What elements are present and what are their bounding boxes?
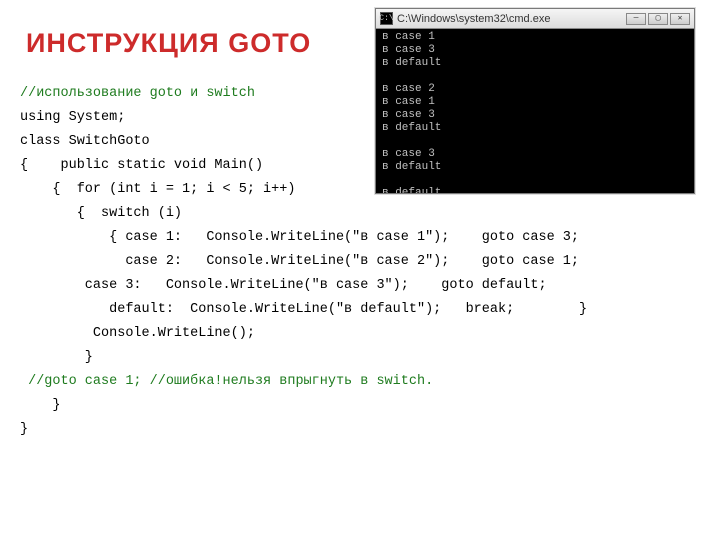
code-line: case 2: Console.WriteLine("в case 2"); g… <box>20 254 579 269</box>
code-line: } <box>20 422 28 437</box>
window-title: C:\Windows\system32\cmd.exe <box>397 13 626 25</box>
console-window: C:\ C:\Windows\system32\cmd.exe ─ ▢ ✕ в … <box>375 8 695 194</box>
console-output: в case 1 в case 3 в default в case 2 в c… <box>376 29 694 194</box>
code-comment: //goto case 1; //ошибка!нельзя впрыгнуть… <box>20 374 433 389</box>
code-line: class SwitchGoto <box>20 134 150 149</box>
maximize-button[interactable]: ▢ <box>648 13 668 25</box>
window-buttons: ─ ▢ ✕ <box>626 13 690 25</box>
code-line: { for (int i = 1; i < 5; i++) <box>20 182 295 197</box>
code-line: } <box>20 350 93 365</box>
code-comment: //использование goto и switch <box>20 86 255 101</box>
code-line: case 3: Console.WriteLine("в case 3"); g… <box>20 278 547 293</box>
code-line: } <box>20 398 61 413</box>
code-line: default: Console.WriteLine("в default");… <box>20 302 587 317</box>
minimize-button[interactable]: ─ <box>626 13 646 25</box>
cmd-icon: C:\ <box>380 12 393 25</box>
code-line: using System; <box>20 110 125 125</box>
code-line: { switch (i) <box>20 206 182 221</box>
window-titlebar: C:\ C:\Windows\system32\cmd.exe ─ ▢ ✕ <box>376 9 694 29</box>
code-line: Console.WriteLine(); <box>20 326 255 341</box>
slide: ИНСТРУКЦИЯ GOTO //использование goto и s… <box>0 0 720 540</box>
slide-title: ИНСТРУКЦИЯ GOTO <box>26 28 311 59</box>
code-line: { public static void Main() <box>20 158 263 173</box>
close-button[interactable]: ✕ <box>670 13 690 25</box>
code-line: { case 1: Console.WriteLine("в case 1");… <box>20 230 579 245</box>
